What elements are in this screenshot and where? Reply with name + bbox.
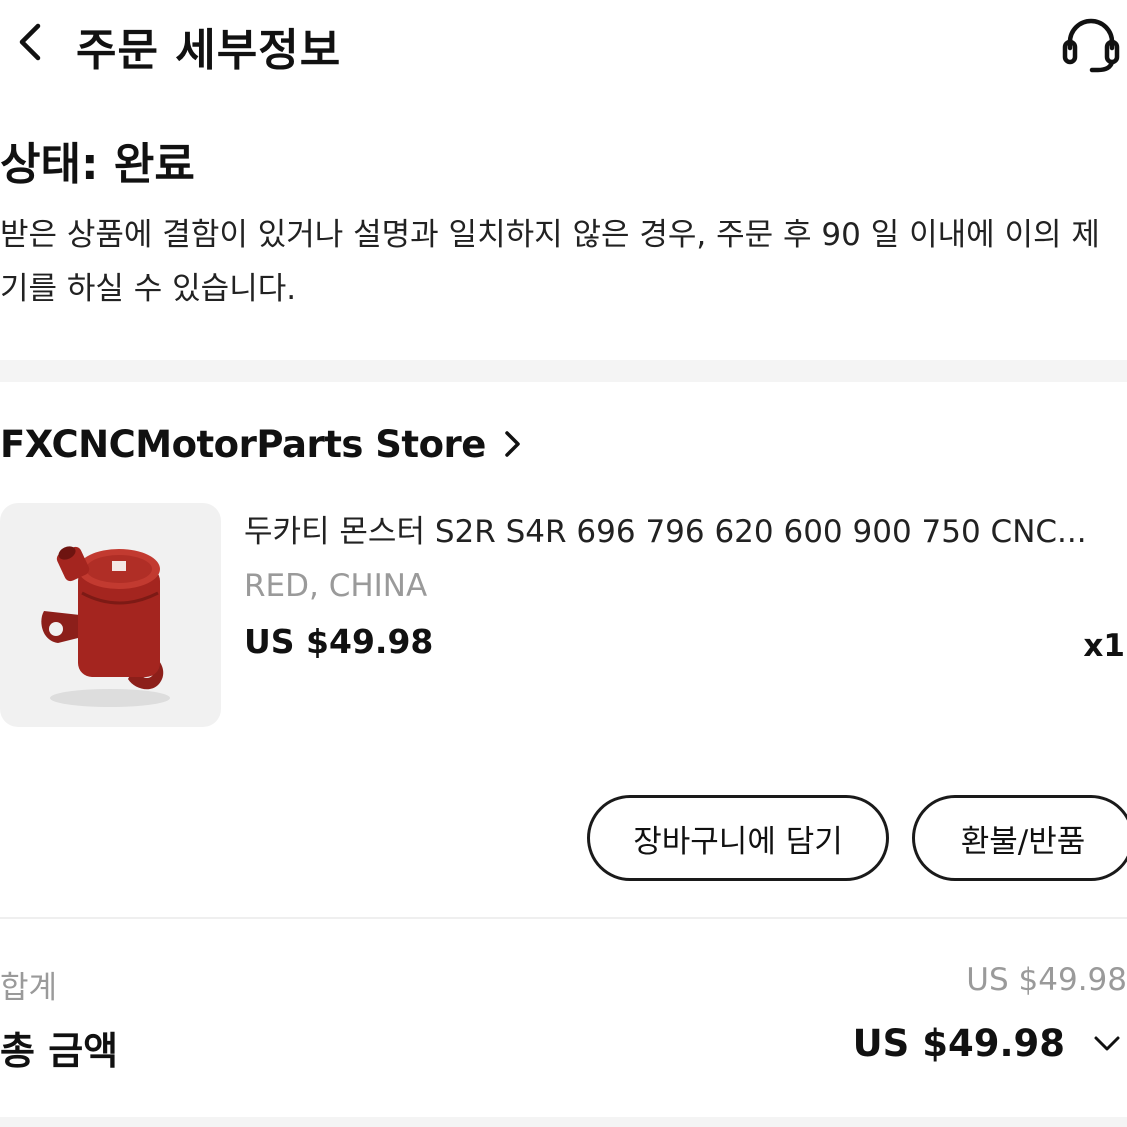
bottom-divider	[0, 1117, 1127, 1127]
customer-support-button[interactable]	[1058, 14, 1124, 74]
store-link[interactable]: FXCNCMotorParts Store	[0, 418, 524, 470]
chevron-right-icon	[505, 431, 520, 457]
product-title[interactable]: 두카티 몬스터 S2R S4R 696 796 620 600 900 750 …	[244, 506, 1124, 551]
product-price: US $49.98	[244, 622, 434, 661]
top-bar: 주문 세부정보	[0, 0, 1127, 90]
subtotal-label: 합계	[0, 970, 58, 1006]
summary-divider	[0, 917, 1127, 919]
refund-return-button[interactable]: 환불/반품	[912, 795, 1127, 881]
chevron-down-icon	[1094, 1036, 1120, 1050]
order-status-title: 상태: 완료	[0, 139, 195, 190]
back-button[interactable]	[8, 18, 52, 66]
store-name: FXCNCMotorParts Store	[0, 422, 486, 466]
product-photo	[41, 546, 170, 707]
dispute-notice: 받은 상품에 결함이 있거나 설명과 일치하지 않은 경우, 주문 후 90 일…	[0, 217, 1100, 307]
subtotal-value: US $49.98	[966, 962, 1127, 998]
chevron-left-icon	[19, 23, 41, 61]
product-variant: RED, CHINA	[244, 568, 428, 604]
section-divider	[0, 360, 1127, 382]
product-image[interactable]	[0, 503, 221, 727]
headset-icon	[1062, 18, 1120, 73]
page-title: 주문 세부정보	[76, 25, 342, 76]
product-quantity: x1	[1083, 628, 1125, 664]
total-label: 총 금액	[0, 1029, 119, 1073]
order-details-page: 주문 세부정보 상태: 완료 받은 상품에 결함이 있거나 설명과 일치하지 않…	[0, 0, 1127, 1127]
total-value: US $49.98	[852, 1022, 1065, 1065]
total-expand-toggle[interactable]: US $49.98	[853, 1022, 1121, 1065]
add-to-cart-button[interactable]: 장바구니에 담기	[587, 795, 889, 881]
